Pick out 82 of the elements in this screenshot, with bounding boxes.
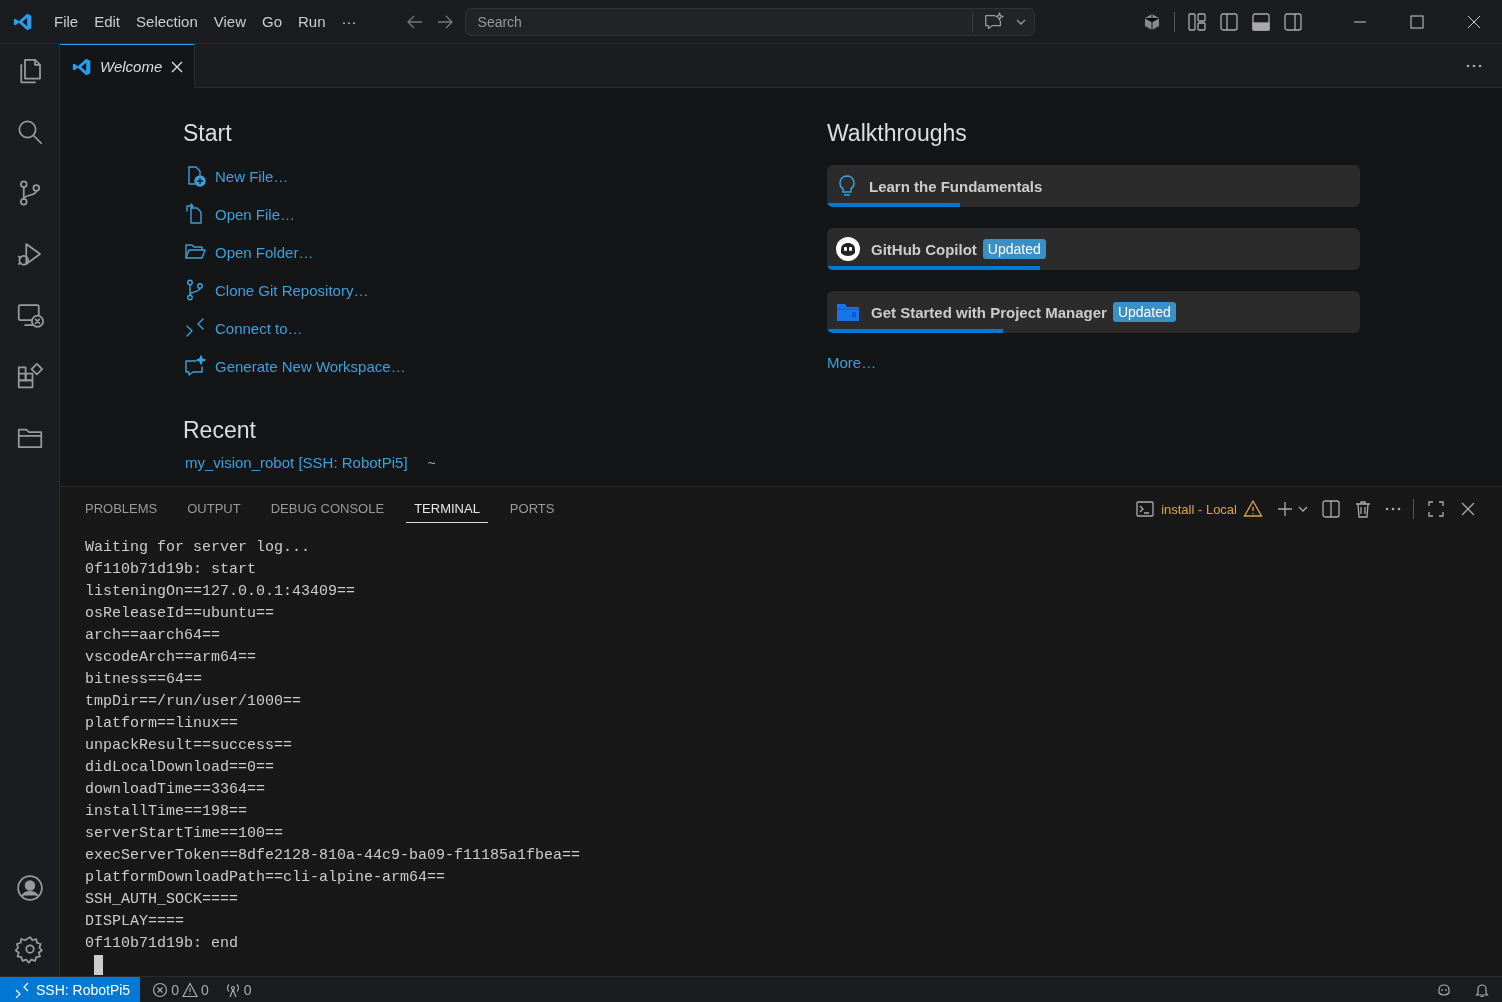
terminal-line: listeningOn==127.0.0.1:43409== (85, 582, 357, 602)
walkthrough-title: Learn the Fundamentals (869, 177, 1043, 195)
terminal-line: installTime==198== (85, 802, 249, 822)
walkthrough-title: GitHub Copilot (871, 240, 977, 258)
split-icon[interactable] (1321, 499, 1341, 519)
terminal-line: vscodeArch==arm64== (85, 648, 258, 668)
menu-item[interactable]: Selection (128, 7, 206, 36)
panel-tab[interactable]: DEBUG CONSOLE (262, 495, 393, 523)
recent-link[interactable]: my_vision_robot [SSH: RobotPi5] (185, 454, 408, 471)
terminal-line: SSH_AUTH_SOCK==== (85, 890, 240, 910)
walkthrough-card[interactable]: GitHub Copilot Updated (827, 228, 1360, 270)
terminal-name[interactable]: install - Local (1161, 501, 1237, 517)
terminal-icon[interactable] (1135, 499, 1156, 519)
plus-icon[interactable] (1275, 499, 1295, 519)
bell-icon[interactable] (1474, 981, 1490, 998)
updated-badge: Updated (1112, 302, 1176, 322)
panel-tab[interactable]: PORTS (501, 495, 563, 523)
maximize-icon[interactable] (1426, 499, 1446, 519)
editor-tab[interactable]: Welcome (60, 44, 196, 88)
close-icon[interactable] (170, 59, 185, 74)
menu-item[interactable]: Edit (86, 7, 129, 36)
close-icon[interactable] (1466, 14, 1481, 29)
start-link[interactable]: Open File… (215, 205, 296, 223)
terminal-line: osReleaseId==ubuntu== (85, 604, 276, 624)
menu-item[interactable]: File (46, 7, 87, 36)
start-link[interactable]: Clone Git Repository… (215, 281, 369, 299)
panel-toggle-icon[interactable] (1251, 11, 1271, 32)
terminal-line: platform==linux== (85, 714, 240, 734)
terminal-line: 0f110b71d19b: start (85, 560, 258, 580)
search-field[interactable]: Search (464, 7, 1035, 36)
terminal-line: tmpDir==/run/user/1000== (85, 692, 303, 712)
start-link[interactable]: Open Folder… (215, 243, 314, 261)
menu-item[interactable]: ··· (333, 7, 365, 36)
terminal-line: serverStartTime==100== (85, 824, 285, 844)
start-link[interactable]: Connect to… (215, 319, 303, 337)
walkthrough-card[interactable]: Learn the Fundamentals (827, 165, 1360, 207)
terminal-line: 0f110b71d19b: end (85, 934, 240, 954)
panel-tab[interactable]: OUTPUT (179, 495, 249, 523)
sidebar-toggle-icon[interactable] (1219, 11, 1239, 32)
menu-item[interactable]: Run (290, 7, 334, 36)
section-heading: Start (183, 120, 233, 147)
section-heading: Recent (183, 417, 257, 444)
terminal-line: platformDownloadPath==cli-alpine-arm64== (85, 868, 447, 888)
more-actions-icon[interactable] (1385, 507, 1401, 511)
panel-tab[interactable]: PROBLEMS (77, 495, 166, 523)
secondary-sidebar-icon[interactable] (1283, 11, 1303, 32)
updated-badge: Updated (982, 239, 1046, 259)
terminal-line: Waiting for server log... (85, 538, 312, 558)
terminal-line: execServerToken==8dfe2128-810a-44c9-ba09-f11185a1fbea== (85, 846, 582, 866)
terminal-cursor (94, 955, 103, 975)
trash-icon[interactable] (1353, 499, 1373, 519)
more-link[interactable]: More… (827, 354, 877, 371)
section-heading: Walkthroughs (827, 120, 968, 147)
layout-icon[interactable] (1187, 11, 1207, 32)
panel-tab[interactable]: TERMINAL (406, 495, 488, 523)
menu-item[interactable]: View (205, 7, 254, 36)
terminal-line: downloadTime==3364== (85, 780, 267, 800)
start-link[interactable]: Generate New Workspace… (215, 357, 406, 375)
terminal-line: bitness==64== (85, 670, 204, 690)
recent-path: ~ (427, 454, 436, 471)
ports-status[interactable]: 0 (224, 981, 252, 998)
remote-icon (14, 981, 30, 998)
terminal-line: didLocalDownload==0== (85, 758, 276, 778)
walkthrough-title: Get Started with Project Manager (871, 303, 1107, 321)
terminal-line: unpackResult==success== (85, 736, 294, 756)
terminal-line: arch==aarch64== (85, 626, 222, 646)
maximize-icon[interactable] (1409, 14, 1424, 29)
error-icon (152, 981, 169, 998)
account-icon[interactable] (14, 873, 45, 903)
menu-item[interactable]: Go (254, 7, 290, 36)
app-logo (72, 56, 92, 77)
chat-sparkle-icon (183, 354, 207, 378)
broadcast-icon (224, 981, 241, 998)
settings-icon[interactable] (14, 934, 45, 964)
problems-status[interactable]: 0 0 (152, 981, 209, 998)
app-logo (13, 11, 33, 32)
walkthrough-card[interactable]: Get Started with Project Manager Updated (827, 291, 1360, 333)
warning-icon (181, 981, 198, 998)
start-link[interactable]: New File… (215, 167, 289, 185)
terminal-line: DISPLAY==== (85, 912, 186, 932)
warning-icon[interactable] (1243, 499, 1263, 519)
remote-indicator[interactable]: SSH: RobotPi5 (0, 977, 141, 1002)
